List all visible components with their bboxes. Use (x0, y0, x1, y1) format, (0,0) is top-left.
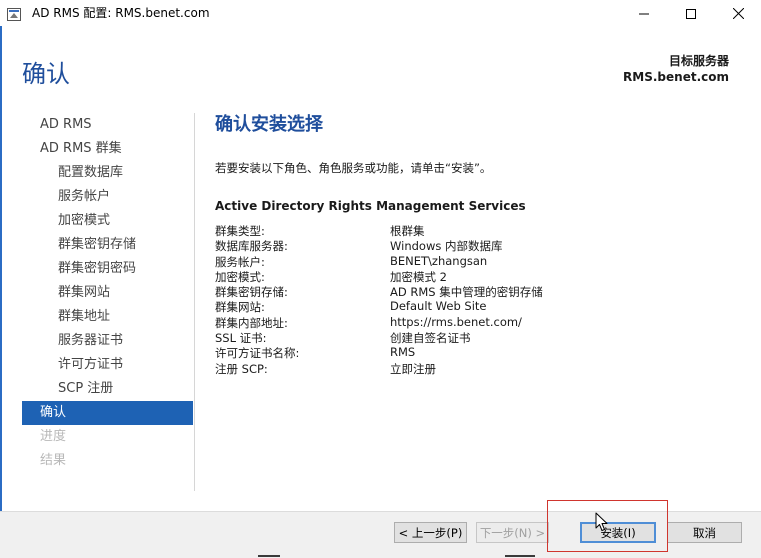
nav-item-cluster-address[interactable]: 群集地址 (22, 305, 193, 329)
nav-item-ad-rms-cluster[interactable]: AD RMS 群集 (22, 137, 193, 161)
next-button: 下一步(N) > (476, 522, 549, 543)
detail-value: Default Web Site (390, 299, 487, 314)
detail-row: 注册 SCP: 立即注册 (215, 361, 735, 376)
nav-item-cluster-website[interactable]: 群集网站 (22, 281, 193, 305)
section-title: 确认安装选择 (215, 114, 323, 135)
detail-key: 群集密钥存储: (215, 285, 288, 300)
detail-row: 群集密钥存储: AD RMS 集中管理的密钥存储 (215, 284, 735, 299)
detail-row: 数据库服务器: Windows 内部数据库 (215, 238, 735, 253)
nav-item-service-account[interactable]: 服务帐户 (22, 185, 193, 209)
wizard-window: AD RMS 配置: RMS.benet.com 确认 目标服务器 RMS.be… (0, 0, 761, 558)
maximize-icon (686, 4, 696, 23)
detail-key: 服务帐户: (215, 254, 265, 269)
detail-row: 服务帐户: BENET\zhangsan (215, 254, 735, 269)
target-server-name: RMS.benet.com (623, 70, 729, 84)
page-title: 确认 (22, 60, 70, 88)
detail-key: 群集类型: (215, 224, 265, 238)
minimize-button[interactable] (621, 0, 667, 26)
detail-row: 加密模式: 加密模式 2 (215, 269, 735, 284)
detail-value: AD RMS 集中管理的密钥存储 (390, 285, 543, 300)
detail-row: SSL 证书: 创建自签名证书 (215, 330, 735, 345)
nav-item-server-certificate[interactable]: 服务器证书 (22, 329, 193, 353)
nav-item-cluster-key-storage[interactable]: 群集密钥存储 (22, 233, 193, 257)
nav-item-cluster-key-password[interactable]: 群集密钥密码 (22, 257, 193, 281)
detail-key: 数据库服务器: (215, 239, 288, 254)
window-title: AD RMS 配置: RMS.benet.com (32, 6, 210, 20)
nav-item-confirmation[interactable]: 确认 (22, 401, 193, 425)
detail-key: SSL 证书: (215, 331, 267, 346)
detail-key: 群集内部地址: (215, 315, 288, 330)
nav-item-scp-registration[interactable]: SCP 注册 (22, 377, 193, 401)
maximize-button[interactable] (668, 0, 714, 26)
detail-row: 许可方证书名称: RMS (215, 345, 735, 360)
nav-item-encryption-mode[interactable]: 加密模式 (22, 209, 193, 233)
detail-value: 创建自签名证书 (390, 331, 471, 346)
nav-item-ad-rms[interactable]: AD RMS (22, 113, 193, 137)
close-icon (732, 4, 744, 23)
window-left-border (0, 26, 2, 526)
detail-key: 群集网站: (215, 300, 265, 315)
detail-row: 群集网站: Default Web Site (215, 299, 735, 314)
detail-key: 加密模式: (215, 269, 265, 284)
intro-text: 若要安装以下角色、角色服务或功能，请单击“安装”。 (215, 161, 492, 175)
previous-button[interactable]: < 上一步(P) (394, 522, 467, 543)
detail-row: 群集内部地址: https://rms.benet.com/ (215, 315, 735, 330)
close-button[interactable] (715, 0, 761, 26)
detail-value: Windows 内部数据库 (390, 239, 503, 254)
app-icon (7, 6, 21, 21)
nav-divider (194, 113, 195, 491)
target-server-label: 目标服务器 (668, 54, 729, 68)
detail-value: 根群集 (390, 224, 425, 238)
detail-row: 群集类型: 根群集 (215, 223, 735, 238)
detail-value: 加密模式 2 (390, 269, 447, 284)
nav-item-licensor-certificate[interactable]: 许可方证书 (22, 353, 193, 377)
minimize-icon (639, 4, 649, 23)
detail-value: 立即注册 (390, 361, 436, 376)
mouse-cursor-icon (595, 512, 609, 532)
details-list: 群集类型: 根群集 数据库服务器: Windows 内部数据库 服务帐户: BENET… (215, 223, 735, 376)
nav-item-results: 结果 (40, 453, 67, 468)
nav-item-progress: 进度 (40, 429, 67, 444)
title-bar[interactable]: AD RMS 配置: RMS.benet.com (0, 0, 761, 26)
detail-value: https://rms.benet.com/ (390, 314, 522, 329)
cancel-button[interactable]: 取消 (667, 522, 742, 543)
detail-key: 许可方证书名称: (215, 346, 300, 361)
role-title: Active Directory Rights Management Servi… (215, 199, 526, 213)
content-panel: 确认安装选择 若要安装以下角色、角色服务或功能，请单击“安装”。 Active … (215, 110, 735, 376)
wizard-nav: AD RMS AD RMS 群集 配置数据库 服务帐户 加密模式 群集密钥存储 … (22, 113, 193, 473)
nav-item-config-database[interactable]: 配置数据库 (22, 161, 193, 185)
detail-value: RMS (390, 345, 416, 360)
detail-value: BENET\zhangsan (390, 253, 488, 268)
detail-key: 注册 SCP: (215, 361, 268, 376)
